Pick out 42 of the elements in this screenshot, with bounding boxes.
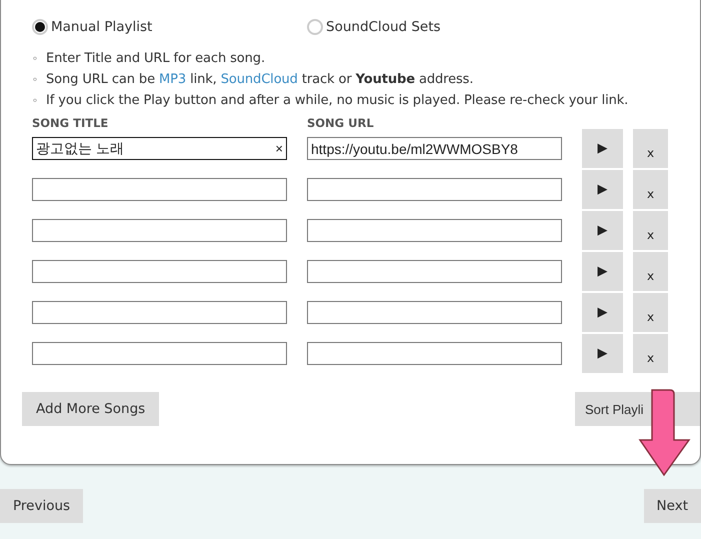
remove-button[interactable]: x	[633, 129, 668, 168]
bullet: ◦	[32, 95, 38, 109]
column-header: SONG URL	[307, 116, 374, 130]
remove-button[interactable]: x	[633, 211, 668, 250]
title-field[interactable]	[32, 342, 287, 365]
radio-label[interactable]: SoundCloud Sets	[326, 19, 441, 35]
link[interactable]: SoundCloud	[220, 72, 298, 87]
play-button[interactable]: ▶	[582, 211, 623, 250]
remove-button[interactable]: x	[633, 252, 668, 291]
add-songs-button[interactable]: Add More Songs	[22, 392, 160, 426]
previous-button[interactable]: Previous	[0, 489, 84, 523]
note-text: Song URL can be MP3 link, SoundCloud track or Youtube address.	[46, 72, 474, 89]
clear-icon[interactable]: ×	[275, 141, 283, 156]
next-button[interactable]: Next	[644, 489, 701, 523]
title-field[interactable]	[32, 219, 287, 242]
radio-label[interactable]: Manual Playlist	[51, 19, 152, 35]
bullet: ◦	[32, 74, 38, 88]
url-field[interactable]	[307, 342, 562, 365]
note-text: Enter Title and URL for each song.	[46, 51, 265, 68]
title-field[interactable]: 광고없는 노래 ×	[32, 137, 287, 160]
url-field[interactable]	[307, 260, 562, 283]
remove-button[interactable]: x	[633, 334, 668, 373]
url-field[interactable]	[307, 219, 562, 242]
radio-button[interactable]	[32, 19, 48, 35]
url-field[interactable]	[307, 178, 562, 201]
column-header: SONG TITLE	[32, 116, 110, 130]
title-field[interactable]	[32, 301, 287, 324]
remove-button[interactable]: x	[633, 293, 668, 332]
play-button[interactable]: ▶	[582, 293, 623, 332]
play-button[interactable]: ▶	[582, 334, 623, 373]
play-button[interactable]: ▶	[582, 252, 623, 291]
remove-button[interactable]: x	[633, 170, 668, 209]
title-field[interactable]	[32, 260, 287, 283]
bullet: ◦	[32, 53, 38, 67]
url-field[interactable]	[307, 301, 562, 324]
play-button[interactable]: ▶	[582, 170, 623, 209]
link[interactable]: MP3	[159, 72, 186, 87]
note-text: If you click the Play button and after a while, no music is played. Please re-check your link.	[46, 93, 628, 110]
radio-button[interactable]	[307, 19, 323, 35]
play-button[interactable]: ▶	[582, 129, 623, 168]
url-field[interactable]: https://youtu.be/ml2WWMOSBY8	[307, 137, 562, 160]
title-field[interactable]	[32, 178, 287, 201]
